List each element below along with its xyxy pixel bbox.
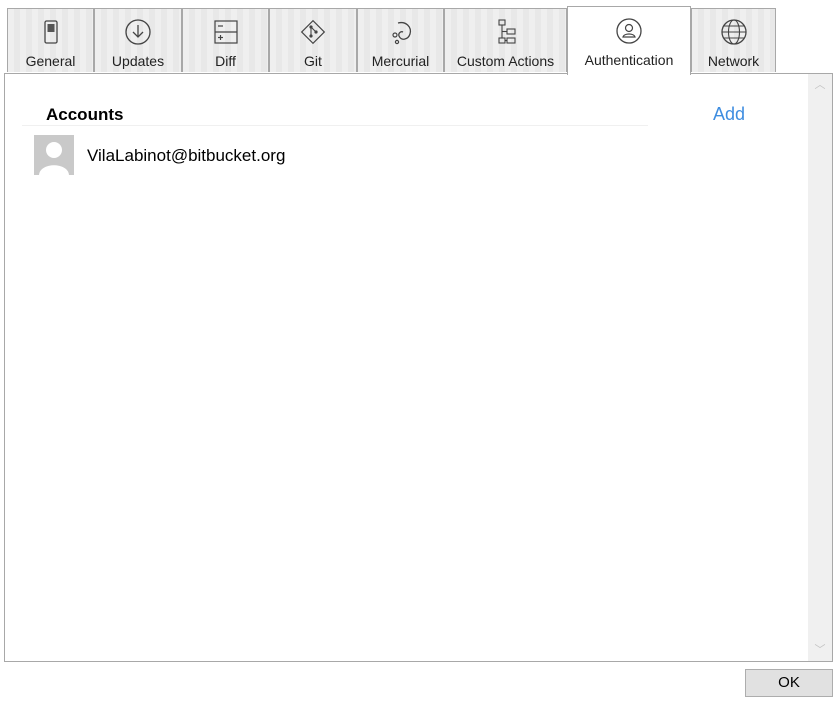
tab-mercurial[interactable]: Mercurial [357, 8, 444, 72]
scroll-down-arrow-icon[interactable]: ﹀ [808, 639, 832, 661]
account-list-item[interactable]: VilaLabinot@bitbucket.org [34, 135, 634, 177]
tab-updates[interactable]: Updates [94, 8, 182, 72]
tab-label: General [25, 53, 76, 69]
tab-label: Mercurial [371, 53, 430, 69]
avatar [34, 135, 74, 175]
tab-authentication[interactable]: Authentication [567, 6, 691, 75]
toggle-switch-icon [43, 20, 58, 44]
tab-label: Updates [111, 53, 165, 69]
diff-icon [213, 20, 238, 44]
scroll-up-arrow-icon[interactable]: ︿ [808, 74, 832, 96]
default-user-icon [34, 135, 74, 175]
download-circle-icon [125, 19, 151, 45]
authentication-panel: Accounts Add VilaLabinot@bitbucket.org ︿… [4, 73, 833, 662]
flowchart-icon [497, 19, 516, 44]
add-account-link[interactable]: Add [713, 104, 745, 125]
vertical-scrollbar[interactable]: ︿ ﹀ [808, 74, 832, 661]
user-circle-icon [616, 18, 642, 44]
tab-general[interactable]: General [7, 8, 94, 72]
tab-diff[interactable]: Diff [182, 8, 269, 72]
section-divider [22, 125, 648, 126]
mercurial-icon [391, 21, 411, 45]
tab-git[interactable]: Git [269, 8, 357, 72]
tab-label: Diff [215, 53, 236, 69]
tab-custom-actions[interactable]: Custom Actions [444, 8, 567, 72]
tab-label: Custom Actions [456, 53, 555, 69]
account-email: VilaLabinot@bitbucket.org [87, 146, 286, 165]
globe-icon [720, 19, 747, 45]
tab-label: Authentication [584, 52, 674, 68]
accounts-heading: Accounts [46, 105, 124, 124]
tab-label: Git [304, 53, 322, 69]
git-icon [300, 19, 326, 45]
preferences-tab-bar: General Updates Diff Git Mercurial Custo… [0, 0, 838, 75]
tab-label: Network [707, 53, 760, 69]
tab-network[interactable]: Network [691, 8, 776, 72]
ok-button[interactable]: OK [745, 669, 833, 697]
